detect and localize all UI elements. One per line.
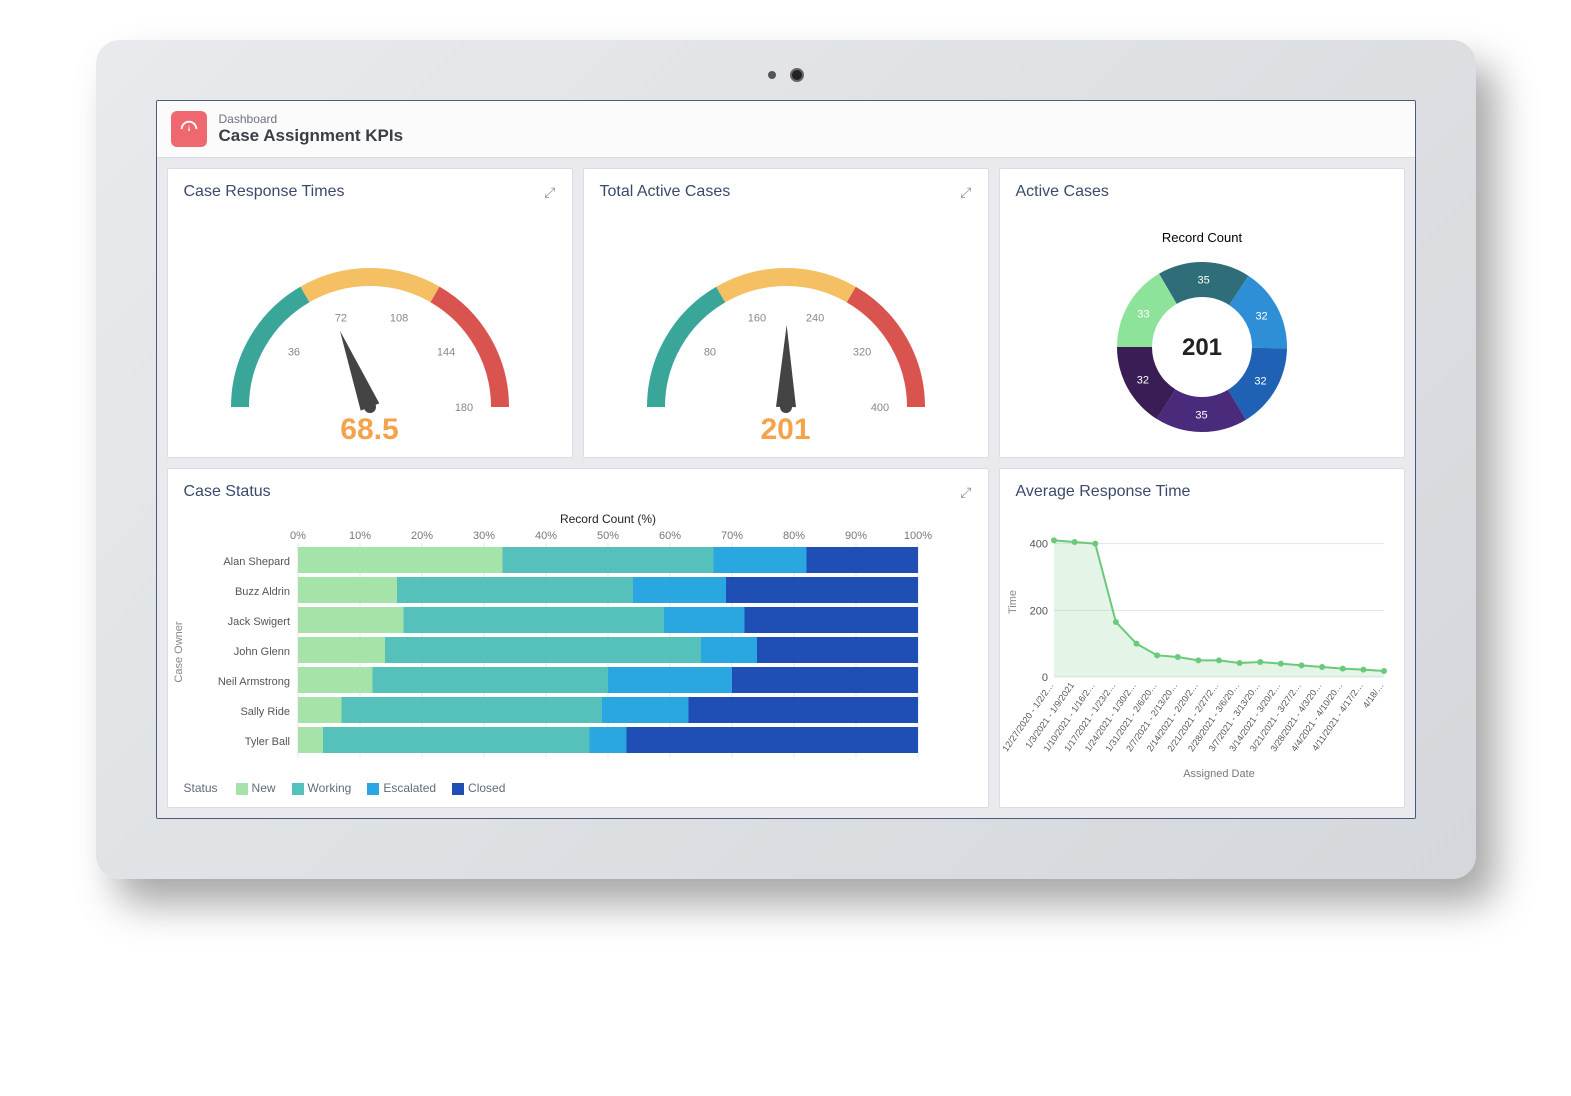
gauge-active-cases: 80 160 240 320 400: [606, 227, 966, 437]
card-title: Case Response Times: [184, 183, 345, 201]
svg-text:60%: 60%: [658, 530, 680, 542]
card-title: Active Cases: [1016, 183, 1109, 201]
svg-text:20%: 20%: [410, 530, 432, 542]
card-title: Average Response Time: [1016, 483, 1191, 501]
svg-text:400: 400: [870, 402, 888, 414]
gauge-response-times: 36 72 108 144 180: [190, 227, 550, 437]
svg-text:36: 36: [287, 347, 299, 359]
status-legend: Status New Working Escalated Closed: [168, 775, 988, 807]
legend-item: Escalated: [367, 781, 436, 795]
gauge-value: 68.5: [340, 413, 398, 447]
svg-text:Tyler Ball: Tyler Ball: [244, 736, 289, 748]
svg-text:0%: 0%: [290, 530, 306, 542]
gauge-value: 201: [760, 413, 810, 447]
svg-text:72: 72: [334, 313, 346, 325]
svg-text:35: 35: [1195, 409, 1207, 421]
dashboard-header: Dashboard Case Assignment KPIs: [157, 101, 1415, 158]
dashboard-screen: Dashboard Case Assignment KPIs Case Resp…: [156, 100, 1416, 819]
expand-icon[interactable]: ⤢: [544, 184, 555, 201]
svg-text:Buzz Aldrin: Buzz Aldrin: [234, 586, 289, 598]
svg-text:32: 32: [1136, 375, 1148, 387]
header-subtitle: Dashboard: [219, 112, 404, 126]
tablet-frame: Dashboard Case Assignment KPIs Case Resp…: [96, 40, 1476, 879]
donut-active-cases: Record Count 33 35 32 32 35 32 201: [1022, 212, 1382, 452]
svg-text:160: 160: [747, 313, 765, 325]
card-case-status: Case Status ⤢ Record Count (%) Case Owner…: [167, 468, 989, 808]
svg-text:144: 144: [436, 347, 454, 359]
card-donut-active: Active Cases Record Count 33 35 32 32 35 32 201: [999, 168, 1405, 458]
svg-text:Alan Shepard: Alan Shepard: [223, 556, 290, 568]
svg-text:30%: 30%: [472, 530, 494, 542]
expand-icon[interactable]: ⤢: [960, 184, 971, 201]
svg-text:Sally Ride: Sally Ride: [240, 706, 290, 718]
svg-text:80: 80: [703, 347, 715, 359]
svg-text:John Glenn: John Glenn: [233, 646, 289, 658]
svg-text:Jack Swigert: Jack Swigert: [227, 616, 289, 628]
svg-text:Assigned Date: Assigned Date: [1183, 768, 1255, 780]
svg-text:201: 201: [1181, 334, 1221, 361]
svg-text:108: 108: [389, 313, 407, 325]
card-active-cases: Total Active Cases ⤢ 80 160 240 320 400 201: [583, 168, 989, 458]
legend-title: Status: [184, 781, 218, 795]
svg-text:4/18/…: 4/18/…: [1360, 680, 1385, 710]
line-avg-response: 0200400Time12/27/2020 - 1/2/2…1/3/2021 -…: [1000, 507, 1400, 797]
svg-text:80%: 80%: [782, 530, 804, 542]
card-response-times: Case Response Times ⤢ 36 72 108 144 180 68.5: [167, 168, 573, 458]
svg-text:Time: Time: [1007, 590, 1019, 614]
svg-text:Record Count (%): Record Count (%): [559, 512, 655, 526]
legend-item: Working: [292, 781, 352, 795]
svg-text:Neil Armstrong: Neil Armstrong: [217, 676, 289, 688]
card-avg-response: Average Response Time 0200400Time12/27/2…: [999, 468, 1405, 808]
tablet-camera: [768, 68, 804, 82]
svg-text:40%: 40%: [534, 530, 556, 542]
svg-text:32: 32: [1255, 310, 1267, 322]
svg-text:10%: 10%: [348, 530, 370, 542]
svg-text:33: 33: [1137, 308, 1149, 320]
svg-text:180: 180: [454, 402, 472, 414]
svg-text:320: 320: [852, 347, 870, 359]
svg-text:100%: 100%: [903, 530, 931, 542]
card-title: Total Active Cases: [600, 183, 731, 201]
legend-item: New: [236, 781, 276, 795]
svg-text:Record Count: Record Count: [1161, 230, 1242, 245]
svg-text:32: 32: [1254, 376, 1266, 388]
expand-icon[interactable]: ⤢: [960, 484, 971, 501]
svg-text:200: 200: [1029, 605, 1047, 617]
svg-text:35: 35: [1197, 275, 1209, 287]
svg-text:70%: 70%: [720, 530, 742, 542]
legend-item: Closed: [452, 781, 505, 795]
svg-text:400: 400: [1029, 539, 1047, 551]
gauge-icon: [171, 111, 207, 147]
svg-text:240: 240: [805, 313, 823, 325]
card-title: Case Status: [184, 483, 271, 501]
svg-text:50%: 50%: [596, 530, 618, 542]
svg-text:Case Owner: Case Owner: [173, 621, 185, 682]
svg-text:90%: 90%: [844, 530, 866, 542]
stacked-case-status: Record Count (%) Case Owner 0% 10% 20% 30% 40%…: [168, 507, 968, 767]
header-title: Case Assignment KPIs: [219, 126, 404, 146]
